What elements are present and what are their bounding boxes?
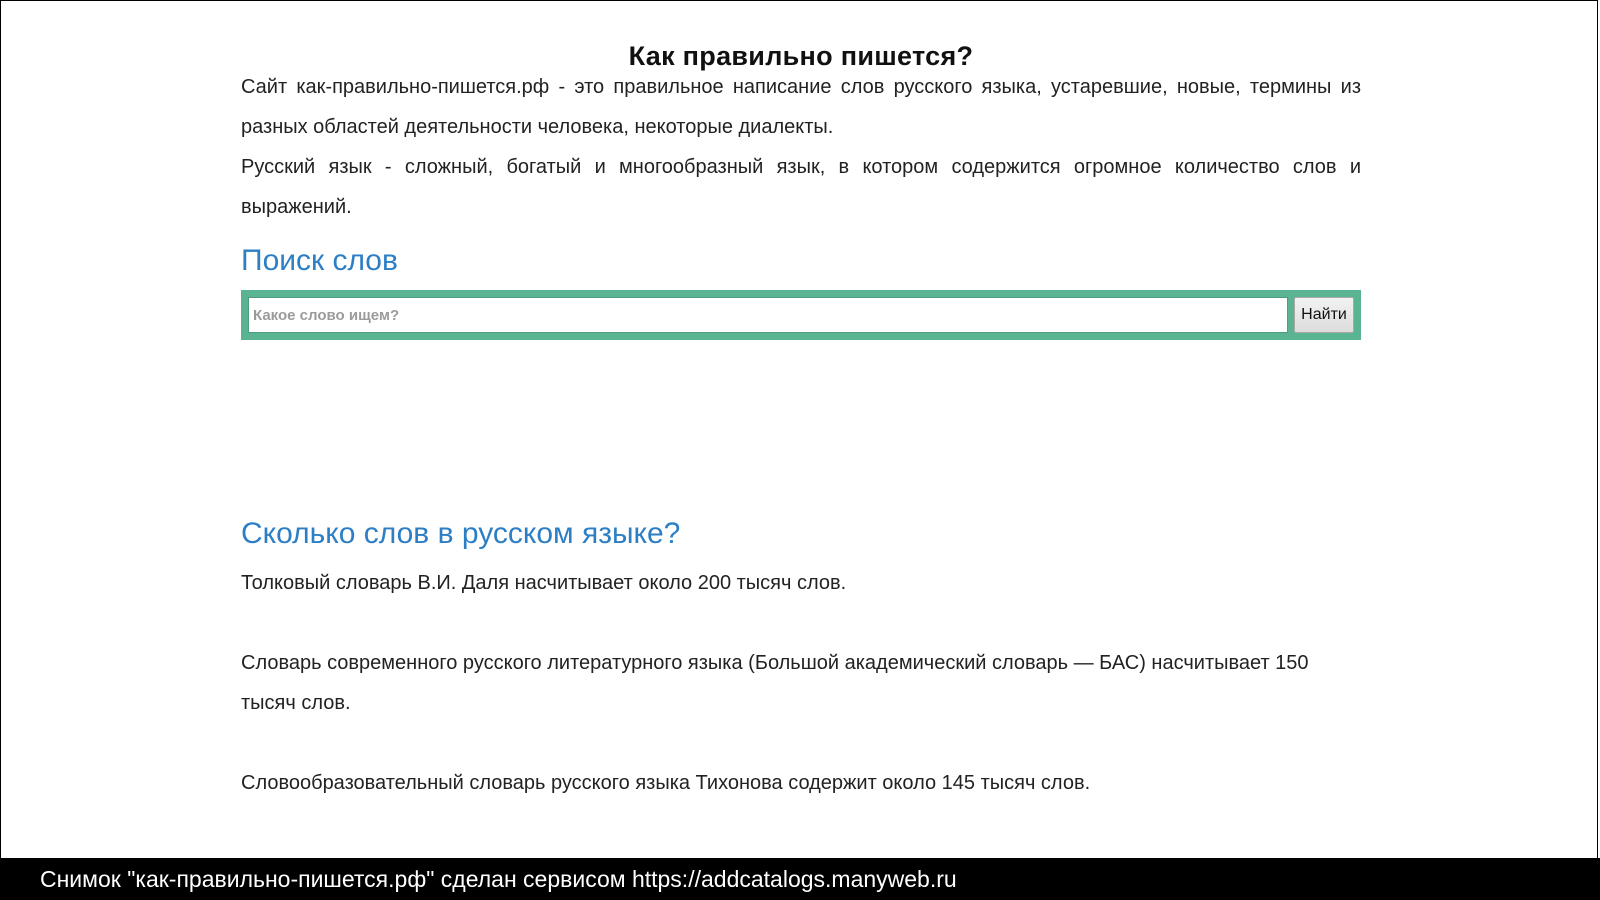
screenshot-watermark: Снимок "как-правильно-пишется.рф" сделан…: [0, 858, 1600, 900]
list-item: Словообразовательный словарь русского яз…: [241, 772, 1091, 794]
word-count-heading: Сколько слов в русском языке?: [241, 517, 681, 550]
list-item: Толковый словарь В.И. Даля насчитывает о…: [241, 572, 847, 594]
word-count-list: Толковый словарь В.И. Даля насчитывает о…: [241, 563, 1361, 843]
search-heading: Поиск слов: [241, 244, 398, 277]
intro-paragraph: Сайт как-правильно-пишется.рф - это прав…: [241, 76, 1361, 138]
search-form: Найти: [241, 290, 1361, 340]
intro-text: Сайт как-правильно-пишется.рф - это прав…: [241, 67, 1361, 227]
list-item: Словарь современного русского литературн…: [241, 652, 1309, 714]
page-frame: Как правильно пишется? Сайт как-правильн…: [0, 0, 1598, 898]
watermark-text: Снимок "как-правильно-пишется.рф" сделан…: [40, 865, 957, 892]
intro-paragraph: Русский язык - сложный, богатый и многоо…: [241, 156, 1361, 218]
search-input[interactable]: [248, 297, 1288, 333]
search-button[interactable]: Найти: [1294, 297, 1354, 333]
